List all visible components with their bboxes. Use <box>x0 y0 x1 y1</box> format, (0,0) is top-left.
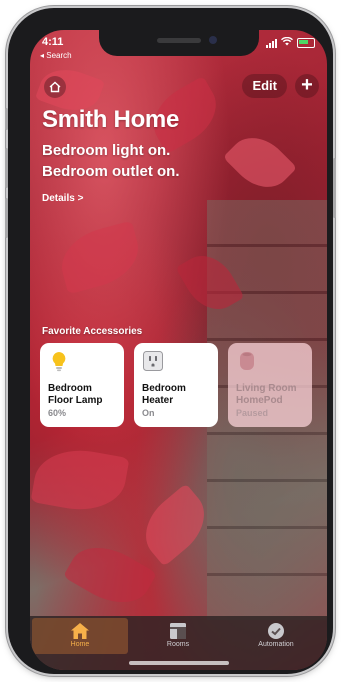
tab-automation[interactable]: Automation <box>228 618 324 654</box>
volume-up-button <box>5 148 8 188</box>
accessory-tile-floor-lamp[interactable]: Bedroom Floor Lamp 60% <box>40 343 124 427</box>
home-status-line-2: Bedroom outlet on. <box>42 163 180 180</box>
status-indicators <box>266 36 315 49</box>
leaf-decoration <box>132 483 218 567</box>
tab-rooms[interactable]: Rooms <box>130 618 226 654</box>
status-time: 4:11 <box>42 36 64 48</box>
home-indicator[interactable] <box>128 661 229 665</box>
home-screen: 4:11 ◂ Search Edit + Smith Home Bedroom … <box>30 30 327 670</box>
battery-icon <box>297 38 315 48</box>
leaf-decoration <box>54 220 146 295</box>
status-bar: 4:11 ◂ Search <box>30 34 327 60</box>
signal-icon <box>266 38 277 48</box>
home-title: Smith Home <box>42 106 180 133</box>
accessory-name: Living Room HomePod <box>236 383 297 406</box>
accessory-name: Bedroom Floor Lamp <box>48 383 103 406</box>
leaf-decoration <box>30 442 130 518</box>
leaf-decoration <box>62 533 158 617</box>
tab-home-label: Home <box>70 641 90 648</box>
add-button[interactable]: + <box>295 74 319 98</box>
accessory-tile-heater[interactable]: Bedroom Heater On <box>134 343 218 427</box>
automation-icon <box>268 623 284 639</box>
power-button <box>333 158 336 218</box>
outlet-icon <box>143 351 163 371</box>
edit-button[interactable]: Edit <box>242 74 287 98</box>
accessory-name: Bedroom Heater <box>142 383 186 406</box>
rooms-icon <box>170 623 186 639</box>
homepod-icon <box>240 352 254 370</box>
tab-home[interactable]: Home <box>32 618 128 654</box>
house-outline-icon <box>49 81 61 93</box>
mute-switch <box>5 108 8 130</box>
volume-down-button <box>5 198 8 238</box>
favorites-header: Favorite Accessories <box>42 326 143 337</box>
wifi-icon <box>281 36 293 49</box>
accessory-state: 60% <box>48 408 67 418</box>
home-status-line-1: Bedroom light on. <box>42 142 171 159</box>
accessory-state: On <box>142 408 155 418</box>
lightbulb-icon <box>52 352 66 372</box>
accessory-state: Paused <box>236 408 269 418</box>
leaf-decoration <box>222 125 298 200</box>
details-link[interactable]: Details > <box>42 193 83 204</box>
tab-automation-label: Automation <box>258 641 294 648</box>
back-to-search-link[interactable]: ◂ Search <box>40 51 72 60</box>
tab-rooms-label: Rooms <box>166 641 190 648</box>
home-settings-button[interactable] <box>44 76 66 98</box>
accessory-tile-homepod[interactable]: Living Room HomePod Paused <box>228 343 312 427</box>
house-icon <box>71 623 89 639</box>
